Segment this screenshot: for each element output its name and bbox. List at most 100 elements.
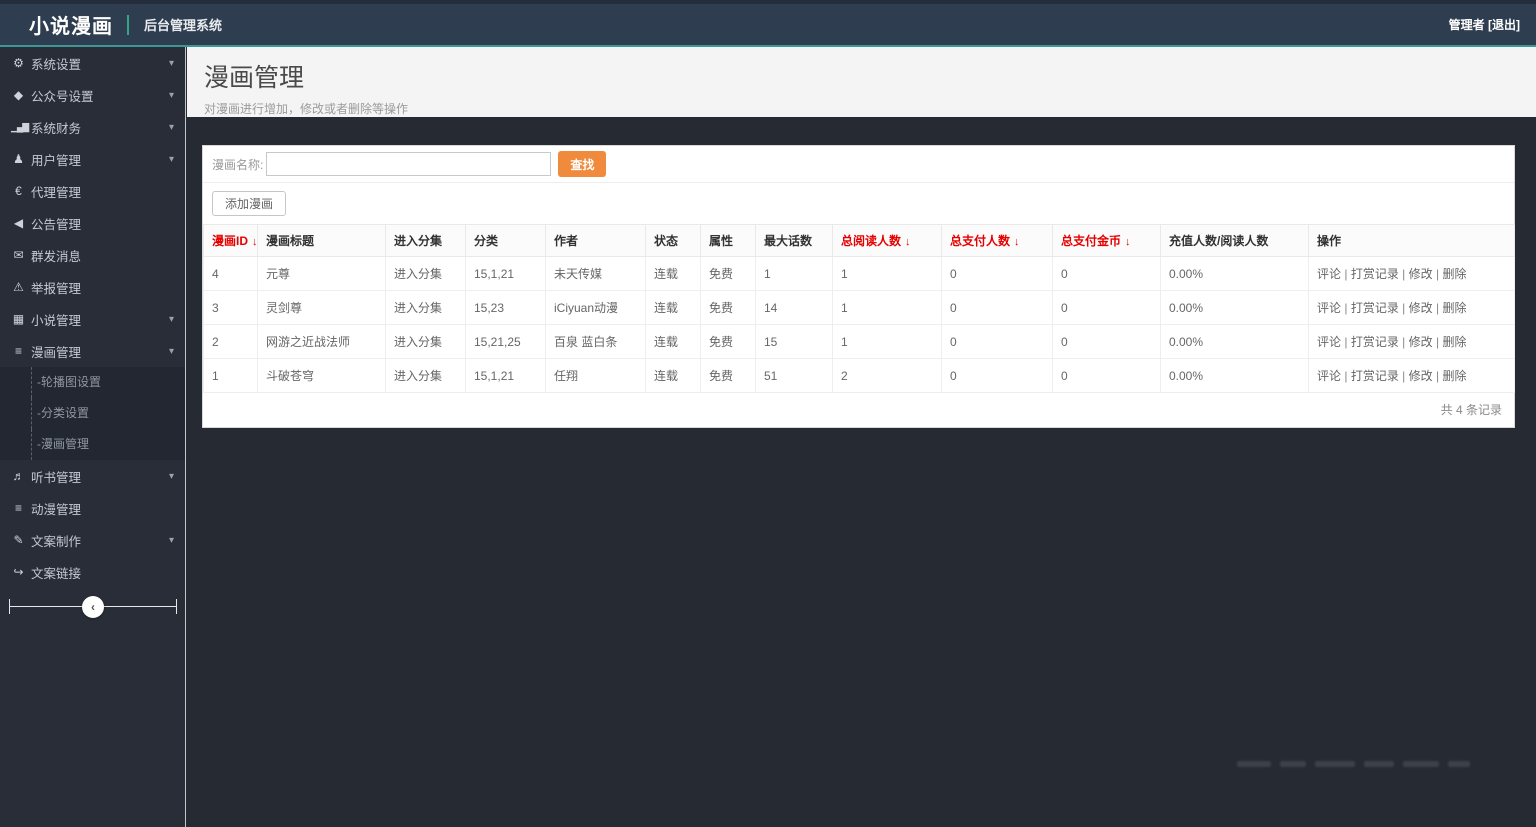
tag-icon: ◆ [11, 88, 26, 102]
sidebar-item-anime-management[interactable]: ≡ 动漫管理 [0, 492, 185, 524]
column-header[interactable]: 总支付人数↓ [942, 225, 1053, 257]
action-link-2[interactable]: 修改 [1409, 267, 1433, 281]
column-header[interactable]: 漫画ID↓ [204, 225, 258, 257]
search-button[interactable]: 查找 [558, 151, 606, 177]
action-link-3[interactable]: 删除 [1442, 369, 1466, 383]
column-header[interactable]: 作者 [546, 225, 646, 257]
submenu-item[interactable]: -轮播图设置 [0, 367, 185, 398]
sort-desc-icon: ↓ [905, 236, 911, 248]
table-row: 4元尊进入分集15,1,21未天传媒连载免费11000.00%评论 | 打赏记录… [204, 257, 1515, 291]
column-header[interactable]: 总支付金币↓ [1053, 225, 1161, 257]
sidebar-item-novel-management[interactable]: ▦小说管理▾ [0, 303, 185, 335]
action-link-1[interactable]: 打赏记录 [1351, 267, 1399, 281]
sidebar-item-copywriting-link[interactable]: ↪文案链接 [0, 556, 185, 588]
cell-total-coins: 0 [1053, 291, 1161, 325]
cell-total-coins: 0 [1053, 257, 1161, 291]
cell-ratio: 0.00% [1161, 325, 1309, 359]
column-header[interactable]: 进入分集 [386, 225, 466, 257]
action-link-2[interactable]: 修改 [1409, 369, 1433, 383]
collapse-chevron-icon[interactable]: ‹ [82, 596, 104, 618]
action-link-0[interactable]: 评论 [1317, 369, 1341, 383]
sidebar-item-agent-management[interactable]: €代理管理 [0, 175, 185, 207]
chevron-down-icon: ▾ [169, 535, 174, 546]
watermark-smudge [1237, 761, 1470, 767]
cell-attribute: 免费 [701, 291, 756, 325]
list-icon: ≡ [11, 501, 26, 515]
action-link-2[interactable]: 修改 [1409, 335, 1433, 349]
episodes-link[interactable]: 进入分集 [394, 335, 442, 349]
episodes-link[interactable]: 进入分集 [394, 267, 442, 281]
chevron-down-icon: ▾ [169, 314, 174, 325]
action-link-1[interactable]: 打赏记录 [1351, 335, 1399, 349]
action-link-3[interactable]: 删除 [1442, 301, 1466, 315]
sidebar-item-report-management[interactable]: ⚠举报管理 [0, 271, 185, 303]
action-link-0[interactable]: 评论 [1317, 267, 1341, 281]
sidebar-item-system-settings[interactable]: ⚙系统设置▾ [0, 47, 185, 79]
cell-author: 任翔 [546, 359, 646, 393]
sidebar-menu: ⚙系统设置▾◆公众号设置▾▁▄▇系统财务▾♟用户管理▾€代理管理◀公告管理✉群发… [0, 47, 185, 588]
search-row: 漫画名称: 查找 [203, 146, 1514, 183]
cell-total-coins: 0 [1053, 325, 1161, 359]
action-link-0[interactable]: 评论 [1317, 335, 1341, 349]
pencil-icon: ✎ [11, 533, 26, 547]
sidebar-item-system-finance[interactable]: ▁▄▇系统财务▾ [0, 111, 185, 143]
sort-desc-icon: ↓ [252, 236, 257, 248]
cell-status: 连载 [646, 359, 701, 393]
gear-icon: ⚙ [11, 56, 26, 70]
audio-icon: ♬ [11, 469, 26, 483]
column-header[interactable]: 总阅读人数↓ [833, 225, 942, 257]
column-header[interactable]: 漫画标题 [258, 225, 386, 257]
cell-total-coins: 0 [1053, 359, 1161, 393]
column-header[interactable]: 最大话数 [756, 225, 833, 257]
cell-categories: 15,1,21 [466, 359, 546, 393]
sidebar-item-label: 小说管理 [31, 310, 185, 329]
submenu-item[interactable]: -漫画管理 [0, 429, 185, 460]
action-link-1[interactable]: 打赏记录 [1351, 369, 1399, 383]
page-header: 漫画管理 对漫画进行增加，修改或者删除等操作 [187, 47, 1536, 117]
cell-title: 灵剑尊 [258, 291, 386, 325]
comic-name-input[interactable] [266, 152, 551, 176]
action-link-3[interactable]: 删除 [1442, 267, 1466, 281]
cell-status: 连载 [646, 325, 701, 359]
episodes-link[interactable]: 进入分集 [394, 301, 442, 315]
page-subtitle: 对漫画进行增加，修改或者删除等操作 [204, 100, 1536, 117]
sidebar-item-announcement-management[interactable]: ◀公告管理 [0, 207, 185, 239]
action-link-3[interactable]: 删除 [1442, 335, 1466, 349]
sidebar-item-label: 公告管理 [31, 214, 185, 233]
sort-desc-icon: ↓ [1014, 236, 1020, 248]
column-header[interactable]: 属性 [701, 225, 756, 257]
column-header[interactable]: 充值人数/阅读人数 [1161, 225, 1309, 257]
content-card: 漫画名称: 查找 添加漫画 漫画ID↓漫画标题进入分集分类作者状态属性最大话数总… [202, 145, 1515, 428]
cell-title: 元尊 [258, 257, 386, 291]
list-icon: ≡ [11, 344, 26, 358]
add-comic-button[interactable]: 添加漫画 [212, 191, 286, 216]
action-separator: | [1399, 335, 1409, 349]
sidebar-item-label: 动漫管理 [31, 499, 185, 518]
column-header[interactable]: 操作 [1309, 225, 1515, 257]
chevron-down-icon: ▾ [169, 471, 174, 482]
sidebar-item-listen-book-management[interactable]: ♬听书管理▾ [0, 460, 185, 492]
submenu-item[interactable]: -分类设置 [0, 398, 185, 429]
comics-table: 漫画ID↓漫画标题进入分集分类作者状态属性最大话数总阅读人数↓总支付人数↓总支付… [203, 224, 1515, 393]
cell-episodes: 进入分集 [386, 359, 466, 393]
cell-title: 网游之近战法师 [258, 325, 386, 359]
logout-link[interactable]: [退出] [1488, 18, 1520, 32]
sidebar-item-comic-management[interactable]: ≡漫画管理▾ [0, 335, 185, 367]
action-link-2[interactable]: 修改 [1409, 301, 1433, 315]
action-separator: | [1399, 369, 1409, 383]
cell-episodes: 进入分集 [386, 291, 466, 325]
sidebar-item-user-management[interactable]: ♟用户管理▾ [0, 143, 185, 175]
cell-categories: 15,1,21 [466, 257, 546, 291]
column-header[interactable]: 分类 [466, 225, 546, 257]
sidebar-collapse-slider[interactable]: ‹ [9, 598, 177, 616]
column-header[interactable]: 状态 [646, 225, 701, 257]
sidebar-item-copywriting-creation[interactable]: ✎文案制作▾ [0, 524, 185, 556]
episodes-link[interactable]: 进入分集 [394, 369, 442, 383]
sidebar-item-bulk-message[interactable]: ✉群发消息 [0, 239, 185, 271]
action-link-0[interactable]: 评论 [1317, 301, 1341, 315]
euro-icon: € [11, 184, 26, 198]
cell-max-episodes: 51 [756, 359, 833, 393]
action-link-1[interactable]: 打赏记录 [1351, 301, 1399, 315]
sidebar-item-official-account-settings[interactable]: ◆公众号设置▾ [0, 79, 185, 111]
action-separator: | [1433, 369, 1443, 383]
